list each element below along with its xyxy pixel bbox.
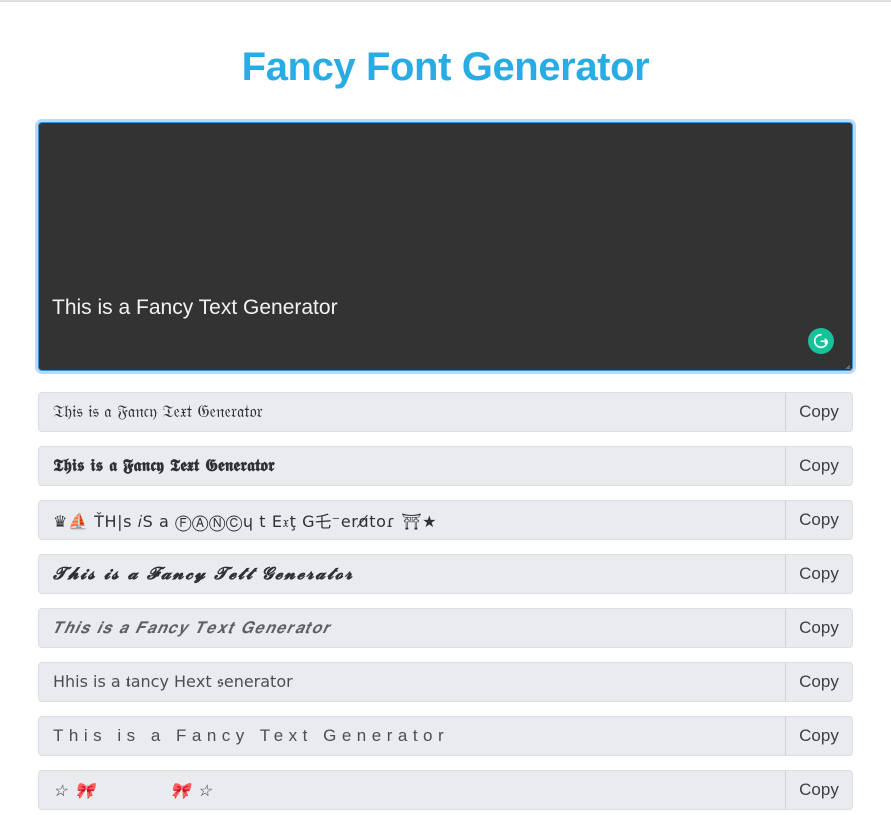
result-text[interactable]: 𝑻𝒉𝒊𝒔 𝒊𝒔 𝒂 𝑭𝒂𝒏𝒄𝒚 𝑻𝒆𝒙𝒕 𝑮𝒆𝒏𝒆𝒓𝒂𝒕𝒐𝒓 xyxy=(39,609,785,647)
page-root: Fancy Font Generator This is a Fancy Tex… xyxy=(0,0,891,815)
result-text[interactable]: 𝕿𝖍𝖎𝖘 𝖎𝖘 𝖆 𝕱𝖆𝖓𝖈𝖞 𝕿𝖊𝖝𝖙 𝕲𝖊𝖓𝖊𝖗𝖆𝖙𝖔𝖗 xyxy=(39,447,785,485)
fancy-text-input[interactable]: This is a Fancy Text Generator xyxy=(38,122,853,371)
resize-handle-icon[interactable] xyxy=(837,355,851,369)
results-list: 𝔗𝔥𝔦𝔰 𝔦𝔰 𝔞 𝔉𝔞𝔫𝔠𝔶 𝔗𝔢𝔵𝔱 𝔊𝔢𝔫𝔢𝔯𝔞𝔱𝔬𝔯 Copy 𝕿𝖍𝖎𝖘… xyxy=(38,392,853,815)
copy-button[interactable]: Copy xyxy=(785,501,852,539)
copy-button[interactable]: Copy xyxy=(785,447,852,485)
copy-button[interactable]: Copy xyxy=(785,717,852,755)
copy-button[interactable]: Copy xyxy=(785,609,852,647)
result-row: This is a Fancy Text Generator Copy xyxy=(38,716,853,756)
result-text[interactable]: 𝓣𝓱𝓲𝓼 𝓲𝓼 𝓪 𝓕𝓪𝓷𝓬𝔂 𝓣𝓮𝓽𝓽 𝓖𝓮𝓷𝓮𝓻𝓪𝓽𝓸𝓻 xyxy=(39,555,785,593)
copy-button[interactable]: Copy xyxy=(785,393,852,431)
page-title: Fancy Font Generator xyxy=(0,45,891,90)
result-text[interactable]: ☆ 🎀 𝒯𝒽𝒾𝓈 𝒾𝓈 𝒶 𝒢𝒶𝓃𝒸𝓎 𝒯𝒺𝓉𝓉 𝒢𝒺𝓃𝒺𝓇𝒶𝓉❀𝓇 🎀 ☆ xyxy=(39,771,785,809)
result-row: 𝖧𝗁𝗂𝗌 𝗂𝗌 𝖺 𝖙𝖺𝗇𝖼𝗒 𝖧𝖾𝗑𝗍 𝖘𝖾𝗇𝖾𝗋𝖺𝗍𝗈𝗋 Copy xyxy=(38,662,853,702)
result-row: 𝓣𝓱𝓲𝓼 𝓲𝓼 𝓪 𝓕𝓪𝓷𝓬𝔂 𝓣𝓮𝓽𝓽 𝓖𝓮𝓷𝓮𝓻𝓪𝓽𝓸𝓻 Copy xyxy=(38,554,853,594)
fancy-text-input-value: This is a Fancy Text Generator xyxy=(52,295,338,321)
result-row: ☆ 🎀 𝒯𝒽𝒾𝓈 𝒾𝓈 𝒶 𝒢𝒶𝓃𝒸𝓎 𝒯𝒺𝓉𝓉 𝒢𝒺𝓃𝒺𝓇𝒶𝓉❀𝓇 🎀 ☆ C… xyxy=(38,770,853,810)
copy-button[interactable]: Copy xyxy=(785,555,852,593)
result-text[interactable]: ♛⛵ ŤH|s 𝑖S a ⒻⒶⓃⒸɥ t E𝔵ţ G乇⁻erɑ̸toɾ ⛩★ xyxy=(39,501,785,539)
browser-chrome-edge xyxy=(0,0,891,2)
result-text[interactable]: 𝖧𝗁𝗂𝗌 𝗂𝗌 𝖺 𝖙𝖺𝗇𝖼𝗒 𝖧𝖾𝗑𝗍 𝖘𝖾𝗇𝖾𝗋𝖺𝗍𝗈𝗋 xyxy=(39,663,785,701)
result-row: 𝔗𝔥𝔦𝔰 𝔦𝔰 𝔞 𝔉𝔞𝔫𝔠𝔶 𝔗𝔢𝔵𝔱 𝔊𝔢𝔫𝔢𝔯𝔞𝔱𝔬𝔯 Copy xyxy=(38,392,853,432)
result-row: ♛⛵ ŤH|s 𝑖S a ⒻⒶⓃⒸɥ t E𝔵ţ G乇⁻erɑ̸toɾ ⛩★ C… xyxy=(38,500,853,540)
grammarly-logo-icon[interactable] xyxy=(808,328,834,354)
result-row: 𝑻𝒉𝒊𝒔 𝒊𝒔 𝒂 𝑭𝒂𝒏𝒄𝒚 𝑻𝒆𝒙𝒕 𝑮𝒆𝒏𝒆𝒓𝒂𝒕𝒐𝒓 Copy xyxy=(38,608,853,648)
input-section: This is a Fancy Text Generator xyxy=(38,122,853,371)
result-row: 𝕿𝖍𝖎𝖘 𝖎𝖘 𝖆 𝕱𝖆𝖓𝖈𝖞 𝕿𝖊𝖝𝖙 𝕲𝖊𝖓𝖊𝖗𝖆𝖙𝖔𝖗 Copy xyxy=(38,446,853,486)
result-text[interactable]: 𝔗𝔥𝔦𝔰 𝔦𝔰 𝔞 𝔉𝔞𝔫𝔠𝔶 𝔗𝔢𝔵𝔱 𝔊𝔢𝔫𝔢𝔯𝔞𝔱𝔬𝔯 xyxy=(39,393,785,431)
copy-button[interactable]: Copy xyxy=(785,663,852,701)
copy-button[interactable]: Copy xyxy=(785,771,852,809)
result-text[interactable]: This is a Fancy Text Generator xyxy=(39,717,785,755)
